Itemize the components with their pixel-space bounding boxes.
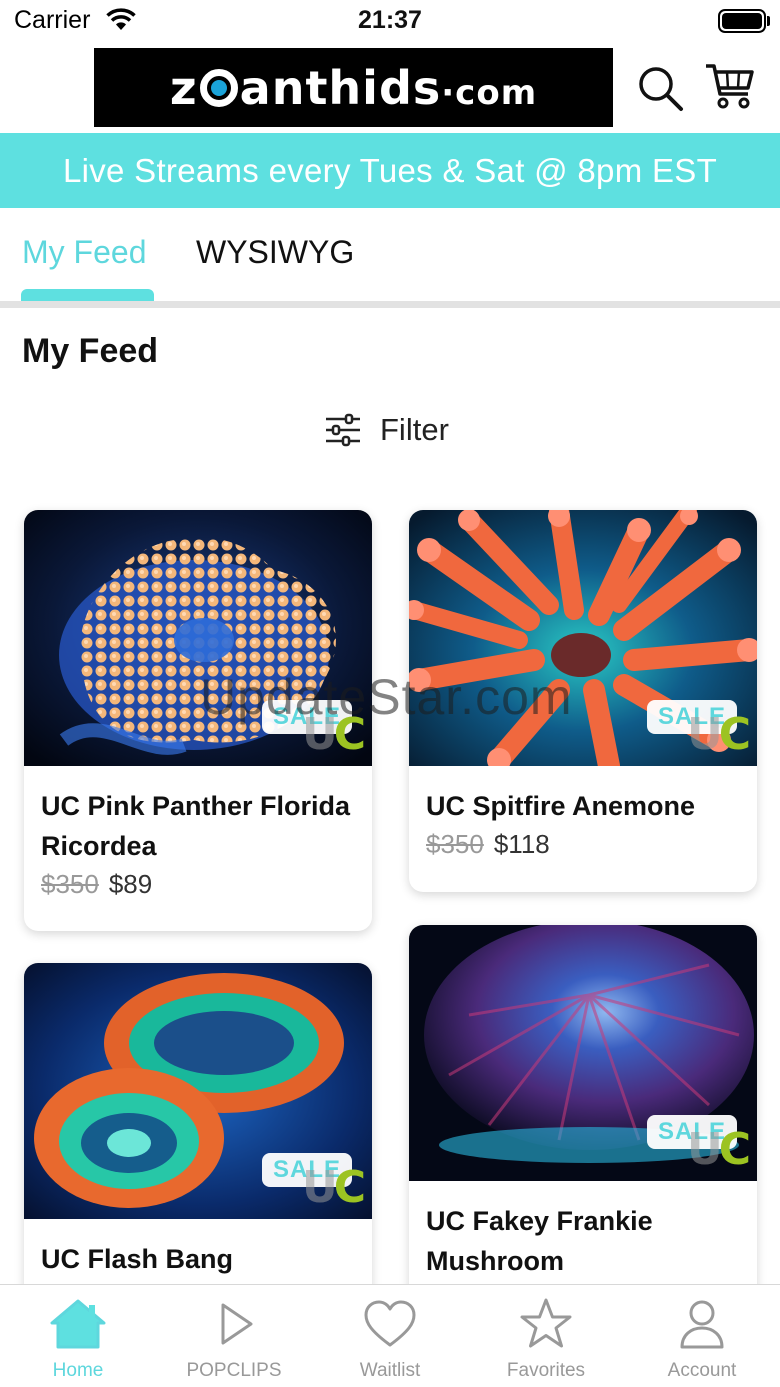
- nav-favorites[interactable]: Favorites: [468, 1285, 624, 1387]
- tab-my-feed[interactable]: My Feed: [22, 234, 146, 271]
- search-icon[interactable]: [636, 64, 684, 112]
- battery-icon: [718, 9, 766, 33]
- nav-account[interactable]: Account: [624, 1285, 780, 1387]
- product-name: UC Flash Bang: [41, 1244, 234, 1274]
- original-price: $350: [426, 829, 484, 859]
- watermark: UpdateStar.com: [200, 669, 573, 725]
- nav-label: Waitlist: [359, 1360, 421, 1381]
- product-prices: $350 $89: [24, 866, 372, 920]
- product-image: SALE UC: [24, 963, 372, 1219]
- nav-home[interactable]: Home: [0, 1285, 156, 1387]
- sliders-icon: [326, 413, 360, 447]
- product-card[interactable]: SALE UC UC Fakey Frankie Mushroom: [409, 925, 757, 1305]
- nav-label: POPCLIPS: [186, 1360, 282, 1381]
- product-image: SALE UC: [409, 510, 757, 766]
- nav-label: Favorites: [506, 1360, 586, 1381]
- nav-waitlist[interactable]: Waitlist: [312, 1285, 468, 1387]
- filter-label: Filter: [380, 412, 449, 447]
- product-prices: $350 $118: [409, 826, 757, 880]
- tab-wysiwyg[interactable]: WYSIWYG: [196, 234, 354, 271]
- uc-logo-icon: UC: [686, 709, 751, 760]
- star-icon: [520, 1298, 572, 1348]
- product-card[interactable]: SALE UC UC Flash Bang: [24, 963, 372, 1303]
- logo-o-icon: [199, 68, 238, 107]
- uc-logo-icon: UC: [301, 1162, 366, 1213]
- live-streams-banner[interactable]: Live Streams every Tues & Sat @ 8pm EST: [0, 133, 780, 208]
- play-icon: [221, 1303, 253, 1345]
- original-price: $350: [41, 869, 99, 899]
- sale-price: $118: [493, 829, 550, 859]
- product-name: UC Pink Panther Florida Ricordea: [41, 791, 351, 861]
- heart-icon: [364, 1300, 416, 1347]
- filter-button[interactable]: Filter: [324, 410, 449, 450]
- logo-text: z anthids·com: [169, 60, 538, 115]
- product-name: UC Spitfire Anemone: [426, 791, 696, 821]
- home-icon: [50, 1299, 106, 1349]
- sale-price: $89: [108, 869, 153, 899]
- bottom-tab-bar: Home POPCLIPS Waitlist Favorites Account: [0, 1284, 780, 1387]
- product-name: UC Fakey Frankie Mushroom: [426, 1206, 653, 1276]
- product-image: SALE UC: [409, 925, 757, 1181]
- product-image: SALE UC: [24, 510, 372, 766]
- page-title: My Feed: [22, 332, 159, 370]
- nav-label: Home: [52, 1360, 104, 1381]
- person-icon: [680, 1300, 724, 1349]
- active-tab-indicator: [21, 289, 154, 301]
- zoanthids-logo[interactable]: z anthids·com: [94, 48, 613, 127]
- app-header: z anthids·com: [0, 44, 780, 132]
- battery-tip: [767, 16, 770, 26]
- cart-icon[interactable]: [704, 60, 756, 112]
- uc-logo-icon: UC: [686, 1124, 751, 1175]
- feed-tabs: My Feed WYSIWYG: [0, 208, 780, 308]
- nav-label: Account: [667, 1360, 737, 1381]
- clock: 21:37: [358, 6, 422, 34]
- status-bar: Carrier 21:37: [0, 0, 780, 44]
- nav-popclips[interactable]: POPCLIPS: [156, 1285, 312, 1387]
